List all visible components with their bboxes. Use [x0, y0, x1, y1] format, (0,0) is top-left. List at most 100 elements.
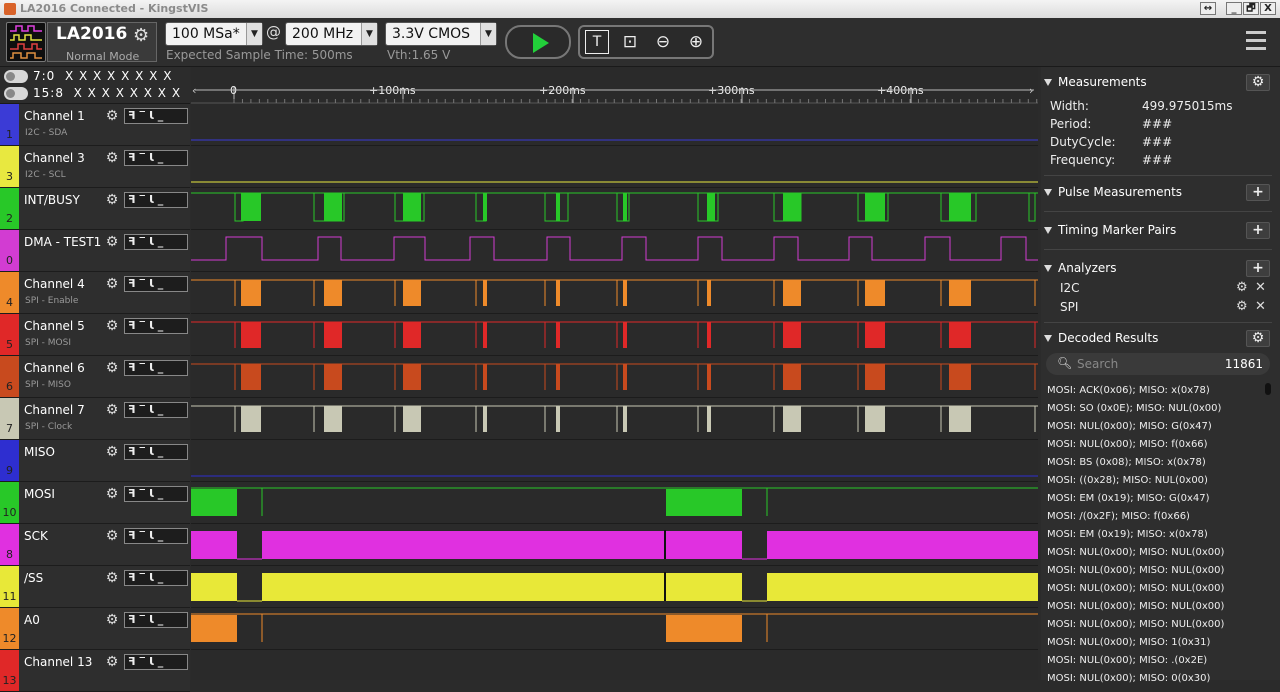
- channel-name[interactable]: Channel 3: [24, 151, 85, 165]
- frequency-select[interactable]: 200 MHz ▼: [285, 22, 378, 46]
- channel-settings-gear-icon[interactable]: ⚙: [103, 654, 121, 670]
- channel-settings-gear-icon[interactable]: ⚙: [103, 444, 121, 460]
- decoded-result-row[interactable]: MOSI: NUL(0x00); MISO: NUL(0x00): [1047, 583, 1224, 594]
- zoom-out-icon[interactable]: ⊖: [651, 30, 675, 54]
- sample-rate-select[interactable]: 100 MSa* ▼: [165, 22, 263, 46]
- group-toggle-7-0[interactable]: [4, 70, 28, 83]
- analyzer-settings-gear-icon[interactable]: ⚙: [1236, 299, 1248, 314]
- decoded-result-row[interactable]: MOSI: NUL(0x00); MISO: NUL(0x00): [1047, 619, 1224, 630]
- device-settings-gear-icon[interactable]: ⚙: [133, 25, 149, 46]
- decoded-result-row[interactable]: MOSI: NUL(0x00); MISO: .(0x2E): [1047, 655, 1207, 666]
- decoded-result-row[interactable]: MOSI: NUL(0x00); MISO: NUL(0x00): [1047, 601, 1224, 612]
- decoded-result-row[interactable]: MOSI: /(0x2F); MISO: f(0x66): [1047, 511, 1190, 522]
- minimize-button[interactable]: _: [1226, 2, 1242, 15]
- close-button[interactable]: X: [1260, 2, 1276, 15]
- trigger-selector[interactable]: ꟻ‾Ɩ_: [124, 486, 188, 502]
- channel-name[interactable]: Channel 5: [24, 319, 85, 333]
- channel-name[interactable]: INT/BUSY: [24, 193, 80, 207]
- remove-analyzer-close-icon[interactable]: ✕: [1255, 299, 1266, 314]
- analyzers-header[interactable]: Analyzers: [1044, 261, 1116, 275]
- channel-name[interactable]: A0: [24, 613, 40, 627]
- zoom-fit-icon[interactable]: ⊡: [618, 30, 642, 54]
- decoded-result-row[interactable]: MOSI: ((0x28); MISO: NUL(0x00): [1047, 475, 1208, 486]
- channel-settings-gear-icon[interactable]: ⚙: [103, 192, 121, 208]
- channel-row[interactable]: 12 A0 ⚙ ꟻ‾Ɩ_: [0, 608, 190, 650]
- decoded-settings-gear-icon[interactable]: ⚙: [1246, 330, 1270, 347]
- channel-row[interactable]: 3 Channel 3 I2C - SCL ⚙ ꟻ‾Ɩ_: [0, 146, 190, 188]
- decoded-results-header[interactable]: Decoded Results: [1044, 331, 1158, 345]
- channel-row[interactable]: 0 DMA - TEST1 ⚙ ꟻ‾Ɩ_: [0, 230, 190, 272]
- channel-row[interactable]: 13 Channel 13 ⚙ ꟻ‾Ɩ_: [0, 650, 190, 692]
- channel-name[interactable]: Channel 7: [24, 403, 85, 417]
- add-analyzer-button[interactable]: +: [1246, 260, 1270, 277]
- channel-name[interactable]: Channel 4: [24, 277, 85, 291]
- channel-name[interactable]: MOSI: [24, 487, 55, 501]
- logic-level-select[interactable]: 3.3V CMOS ▼: [385, 22, 497, 46]
- channel-name[interactable]: Channel 1: [24, 109, 85, 123]
- channel-settings-gear-icon[interactable]: ⚙: [103, 318, 121, 334]
- start-capture-button[interactable]: [505, 25, 571, 59]
- channel-settings-gear-icon[interactable]: ⚙: [103, 108, 121, 124]
- trigger-selector[interactable]: ꟻ‾Ɩ_: [124, 402, 188, 418]
- trigger-selector[interactable]: ꟻ‾Ɩ_: [124, 528, 188, 544]
- decoded-result-row[interactable]: MOSI: BS (0x08); MISO: x(0x78): [1047, 457, 1206, 468]
- trigger-selector[interactable]: ꟻ‾Ɩ_: [124, 570, 188, 586]
- trigger-selector[interactable]: ꟻ‾Ɩ_: [124, 192, 188, 208]
- decoded-result-row[interactable]: MOSI: NUL(0x00); MISO: G(0x47): [1047, 421, 1212, 432]
- channel-settings-gear-icon[interactable]: ⚙: [103, 570, 121, 586]
- trigger-selector[interactable]: ꟻ‾Ɩ_: [124, 234, 188, 250]
- channel-name[interactable]: Channel 6: [24, 361, 85, 375]
- channel-settings-gear-icon[interactable]: ⚙: [103, 234, 121, 250]
- trigger-selector[interactable]: ꟻ‾Ɩ_: [124, 444, 188, 460]
- measurements-header[interactable]: Measurements: [1044, 75, 1147, 89]
- decoded-result-row[interactable]: MOSI: NUL(0x00); MISO: 1(0x31): [1047, 637, 1210, 648]
- decoded-result-row[interactable]: MOSI: SO (0x0E); MISO: NUL(0x00): [1047, 403, 1221, 414]
- channel-row[interactable]: 9 MISO ⚙ ꟻ‾Ɩ_: [0, 440, 190, 482]
- channel-name[interactable]: MISO: [24, 445, 55, 459]
- decoded-search-input[interactable]: 🔍︎ Search 11861: [1046, 353, 1270, 375]
- zoom-in-icon[interactable]: ⊕: [684, 30, 708, 54]
- channel-row[interactable]: 11/SS ⚙ ꟻ‾Ɩ_: [0, 566, 190, 608]
- channel-settings-gear-icon[interactable]: ⚙: [103, 486, 121, 502]
- waveform-area[interactable]: 0+100ms+200ms+300ms+400ms‹›: [191, 67, 1038, 692]
- group-toggle-15-8[interactable]: [4, 87, 28, 100]
- trigger-selector[interactable]: ꟻ‾Ɩ_: [124, 654, 188, 670]
- trigger-selector[interactable]: ꟻ‾Ɩ_: [124, 360, 188, 376]
- channel-name[interactable]: DMA - TEST1: [24, 235, 101, 249]
- channel-name[interactable]: Channel 13: [24, 655, 92, 669]
- channel-settings-gear-icon[interactable]: ⚙: [103, 612, 121, 628]
- decoded-result-row[interactable]: MOSI: EM (0x19); MISO: G(0x47): [1047, 493, 1210, 504]
- channel-row[interactable]: 2 INT/BUSY ⚙ ꟻ‾Ɩ_: [0, 188, 190, 230]
- channel-settings-gear-icon[interactable]: ⚙: [103, 528, 121, 544]
- menu-icon[interactable]: [1246, 31, 1266, 53]
- scrollbar[interactable]: [1265, 383, 1271, 395]
- decoded-result-row[interactable]: MOSI: NUL(0x00); MISO: NUL(0x00): [1047, 565, 1224, 576]
- restore-size-button[interactable]: ↔: [1200, 2, 1216, 15]
- channel-row[interactable]: 5 Channel 5 SPI - MOSI ⚙ ꟻ‾Ɩ_: [0, 314, 190, 356]
- trigger-selector[interactable]: ꟻ‾Ɩ_: [124, 276, 188, 292]
- channel-settings-gear-icon[interactable]: ⚙: [103, 360, 121, 376]
- channel-row[interactable]: 7 Channel 7 SPI - Clock ⚙ ꟻ‾Ɩ_: [0, 398, 190, 440]
- decoded-result-row[interactable]: MOSI: NUL(0x00); MISO: 0(0x30): [1047, 673, 1210, 684]
- channel-row[interactable]: 1 Channel 1 I2C - SDA ⚙ ꟻ‾Ɩ_: [0, 104, 190, 146]
- channel-settings-gear-icon[interactable]: ⚙: [103, 150, 121, 166]
- analyzer-item-spi[interactable]: SPI: [1060, 300, 1078, 314]
- trigger-selector[interactable]: ꟻ‾Ɩ_: [124, 150, 188, 166]
- channel-row[interactable]: 4 Channel 4 SPI - Enable ⚙ ꟻ‾Ɩ_: [0, 272, 190, 314]
- timing-marker-pairs-header[interactable]: Timing Marker Pairs: [1044, 223, 1176, 237]
- channel-name[interactable]: SCK: [24, 529, 48, 543]
- remove-analyzer-close-icon[interactable]: ✕: [1255, 280, 1266, 295]
- add-marker-pair-button[interactable]: +: [1246, 222, 1270, 239]
- waveform-canvas[interactable]: 0+100ms+200ms+300ms+400ms‹›: [191, 67, 1038, 692]
- analyzer-settings-gear-icon[interactable]: ⚙: [1236, 280, 1248, 295]
- channel-row[interactable]: 10 MOSI ⚙ ꟻ‾Ɩ_: [0, 482, 190, 524]
- decoded-result-row[interactable]: MOSI: ACK(0x06); MISO: x(0x78): [1047, 385, 1210, 396]
- channel-row[interactable]: 8 SCK ⚙ ꟻ‾Ɩ_: [0, 524, 190, 566]
- trigger-selector[interactable]: ꟻ‾Ɩ_: [124, 108, 188, 124]
- channel-row[interactable]: 6 Channel 6 SPI - MISO ⚙ ꟻ‾Ɩ_: [0, 356, 190, 398]
- pulse-measurements-header[interactable]: Pulse Measurements: [1044, 185, 1182, 199]
- decoded-result-row[interactable]: MOSI: EM (0x19); MISO: x(0x78): [1047, 529, 1208, 540]
- channel-settings-gear-icon[interactable]: ⚙: [103, 276, 121, 292]
- trigger-selector[interactable]: ꟻ‾Ɩ_: [124, 612, 188, 628]
- decoded-result-row[interactable]: MOSI: NUL(0x00); MISO: NUL(0x00): [1047, 547, 1224, 558]
